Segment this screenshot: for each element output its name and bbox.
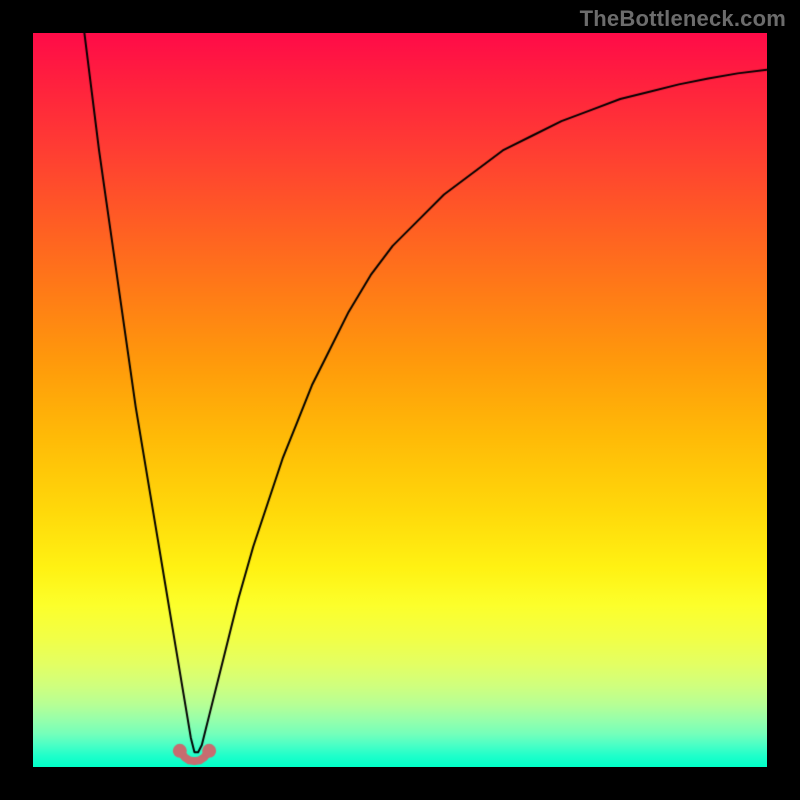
watermark-text: TheBottleneck.com bbox=[580, 6, 786, 32]
plot-area bbox=[33, 33, 767, 767]
bottleneck-curve-canvas bbox=[33, 33, 767, 767]
chart-frame: TheBottleneck.com bbox=[0, 0, 800, 800]
